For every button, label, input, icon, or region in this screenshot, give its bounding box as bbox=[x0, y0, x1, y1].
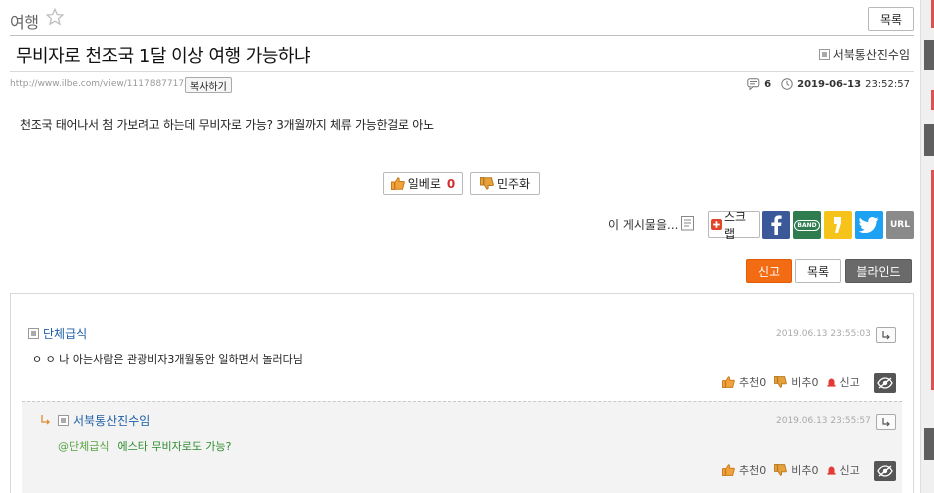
siren-icon[interactable] bbox=[827, 377, 836, 387]
post-title: 무비자로 천조국 1달 이상 여행 가능하냐 bbox=[16, 46, 311, 67]
thumbs-up-icon[interactable] bbox=[722, 464, 735, 476]
siren-icon[interactable] bbox=[827, 465, 836, 475]
post-author-name[interactable]: 서북통산진수임 bbox=[833, 46, 910, 63]
comment-icon bbox=[747, 78, 760, 90]
twitter-share-button[interactable] bbox=[855, 211, 883, 239]
list-button-top[interactable]: 목록 bbox=[868, 7, 914, 31]
thumbs-down-icon bbox=[479, 177, 494, 190]
upvote-count: 0 bbox=[446, 176, 456, 191]
list-button-bottom[interactable]: 목록 bbox=[795, 259, 841, 283]
post-meta: 6 2019-06-13 23:52:57 bbox=[747, 78, 910, 90]
divider bbox=[10, 35, 914, 36]
facebook-share-button[interactable] bbox=[762, 211, 790, 239]
comment-mention[interactable]: @단체급식 bbox=[58, 438, 109, 454]
comment-text: 에스타 무비자로도 가능? bbox=[117, 440, 232, 453]
comment-report-button[interactable]: 신고 bbox=[840, 462, 860, 478]
scrap-button[interactable]: 스크랩 bbox=[708, 210, 760, 241]
document-icon[interactable] bbox=[681, 216, 695, 231]
comment-reply-button[interactable] bbox=[876, 414, 896, 430]
kakaostory-share-button[interactable] bbox=[824, 211, 852, 239]
comment-reply-button[interactable] bbox=[876, 327, 896, 343]
post-url: http://www.ilbe.com/view/11178877175 bbox=[10, 79, 190, 89]
comment-report-button[interactable]: 신고 bbox=[840, 374, 860, 390]
board-title[interactable]: 여행 bbox=[10, 9, 39, 33]
reply-indicator-icon bbox=[41, 415, 50, 425]
reply-arrow-icon bbox=[882, 418, 890, 427]
blind-button[interactable]: 블라인드 bbox=[845, 259, 912, 283]
recommend-button[interactable]: 추천0 bbox=[739, 374, 766, 390]
upvote-button[interactable]: 일베로 0 bbox=[383, 172, 463, 195]
member-icon bbox=[818, 49, 830, 60]
comment-time: 2019.06.13 23:55:03 bbox=[776, 329, 871, 339]
post-time: 23:52:57 bbox=[865, 78, 910, 90]
oppose-button[interactable]: 비추0 bbox=[791, 462, 818, 478]
comment-text: ㅇ ㅇ 나 아는사람은 관광비자3개월동안 일하면서 놀러다님 bbox=[32, 353, 303, 366]
band-share-button[interactable]: BAND bbox=[793, 211, 821, 239]
sidebar-tab[interactable] bbox=[924, 124, 934, 156]
comment-actions: 추천0 비추0 신고 bbox=[722, 374, 864, 390]
scrap-label: 스크랩 bbox=[723, 209, 747, 241]
comment-author-name[interactable]: 단체급식 bbox=[43, 325, 87, 342]
reply-content: @단체급식 에스타 무비자로도 가능? bbox=[58, 438, 232, 454]
downvote-label: 민주화 bbox=[496, 177, 531, 191]
comment-actions: 추천0 비추0 신고 bbox=[722, 462, 864, 478]
copy-url-button[interactable]: 복사하기 bbox=[185, 77, 232, 93]
comment-count: 6 bbox=[764, 78, 772, 90]
band-icon: BAND bbox=[794, 219, 820, 231]
url-share-button[interactable]: URL bbox=[886, 211, 914, 239]
eye-slash-icon bbox=[877, 465, 893, 477]
reply-arrow-icon bbox=[882, 331, 890, 340]
thumbs-up-icon[interactable] bbox=[722, 376, 735, 388]
oppose-button[interactable]: 비추0 bbox=[791, 374, 818, 390]
comment-author[interactable]: 단체급식 bbox=[28, 325, 87, 342]
thumbs-down-icon[interactable] bbox=[774, 376, 788, 388]
clock-icon bbox=[781, 78, 793, 90]
plus-icon bbox=[711, 219, 722, 230]
blind-comment-button[interactable] bbox=[874, 373, 896, 393]
share-label: 이 게시물을... bbox=[608, 218, 679, 232]
blind-comment-button[interactable] bbox=[874, 461, 896, 481]
thumbs-down-icon[interactable] bbox=[774, 464, 788, 476]
thumbs-up-icon bbox=[390, 177, 405, 190]
downvote-button[interactable]: 민주화 bbox=[470, 172, 540, 195]
divider bbox=[10, 71, 914, 72]
comment-author-name[interactable]: 서북통산진수임 bbox=[73, 412, 150, 429]
star-icon[interactable] bbox=[46, 8, 64, 26]
upvote-label: 일베로 bbox=[407, 177, 441, 191]
eye-slash-icon bbox=[877, 377, 893, 389]
comment-author[interactable]: 서북통산진수임 bbox=[58, 412, 150, 429]
member-icon bbox=[58, 415, 69, 426]
comment-time: 2019.06.13 23:55:57 bbox=[776, 416, 871, 426]
post-body: 천조국 태어나서 첨 가보려고 하는데 무비자로 가능? 3개월까지 체류 가능… bbox=[20, 118, 434, 132]
twitter-icon bbox=[859, 217, 879, 233]
member-icon bbox=[28, 328, 39, 339]
sidebar-tab[interactable] bbox=[924, 428, 934, 460]
post-date: 2019-06-13 bbox=[797, 78, 862, 90]
kakaostory-icon bbox=[834, 217, 841, 233]
facebook-icon bbox=[771, 215, 782, 235]
recommend-button[interactable]: 추천0 bbox=[739, 462, 766, 478]
post-author[interactable]: 서북통산진수임 bbox=[818, 46, 910, 63]
report-button[interactable]: 신고 bbox=[746, 259, 792, 283]
sidebar-tab[interactable] bbox=[924, 40, 934, 70]
